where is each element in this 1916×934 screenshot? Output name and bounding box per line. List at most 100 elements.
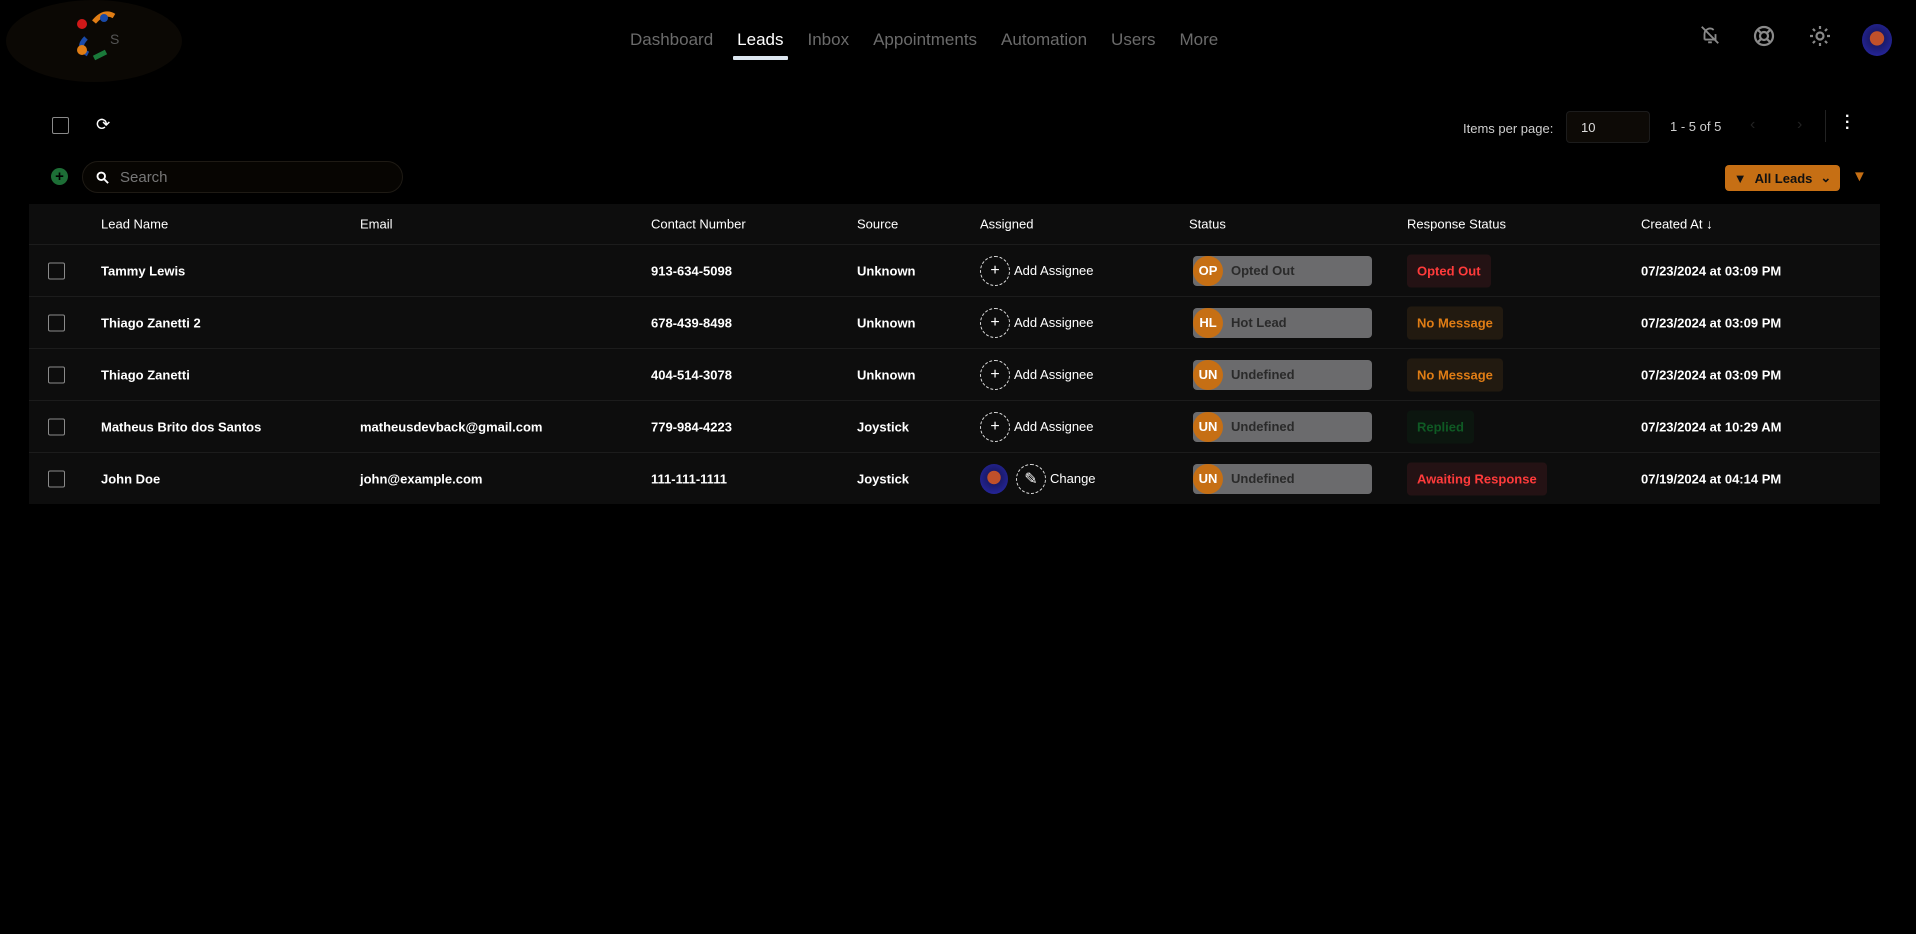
items-per-page-input[interactable]: 10: [1566, 111, 1650, 143]
refresh-icon[interactable]: ⟳: [96, 115, 110, 135]
more-options-icon[interactable]: · · ·: [1845, 109, 1850, 137]
nav-inbox[interactable]: Inbox: [808, 30, 850, 50]
header-contact-number[interactable]: Contact Number: [651, 217, 746, 232]
response-status-badge: Replied: [1407, 410, 1474, 443]
created-at: 07/23/2024 at 10:29 AM: [1641, 419, 1782, 434]
nav-dashboard[interactable]: Dashboard: [630, 30, 713, 50]
assignee-avatar: [980, 463, 1008, 494]
all-leads-label: All Leads: [1754, 170, 1813, 186]
lead-email: john@example.com: [360, 471, 483, 486]
add-assignee-link[interactable]: Add Assignee: [1014, 315, 1094, 330]
chevron-down-icon: ⌄: [1820, 170, 1832, 185]
header-source[interactable]: Source: [857, 217, 898, 232]
status-badge: UN: [1193, 359, 1223, 390]
all-leads-dropdown[interactable]: ▼ All Leads ⌄: [1725, 165, 1840, 191]
main-nav: Dashboard Leads Inbox Appointments Autom…: [630, 30, 1218, 60]
row-checkbox[interactable]: [48, 418, 65, 435]
response-status-badge: Opted Out: [1407, 254, 1491, 287]
header-assigned[interactable]: Assigned: [980, 217, 1033, 232]
response-status-badge: No Message: [1407, 306, 1503, 339]
nav-automation[interactable]: Automation: [1001, 30, 1087, 50]
search-input[interactable]: [120, 168, 380, 186]
edit-pencil-icon[interactable]: ✎: [1016, 463, 1046, 494]
row-checkbox[interactable]: [48, 262, 65, 279]
add-assignee-plus-icon[interactable]: +: [980, 359, 1010, 390]
header-status[interactable]: Status: [1189, 217, 1226, 232]
header-response-status[interactable]: Response Status: [1407, 217, 1506, 232]
assigned-cell: + Add Assignee: [980, 411, 1094, 442]
response-status-badge: Awaiting Response: [1407, 462, 1547, 495]
assigned-cell: + Add Assignee: [980, 255, 1094, 286]
search-icon: [96, 171, 109, 184]
nav-leads[interactable]: Leads: [733, 30, 788, 60]
search-box[interactable]: [82, 161, 403, 193]
status-label: Opted Out: [1231, 263, 1295, 278]
assigned-cell: ✎ Change: [980, 463, 1096, 494]
row-checkbox[interactable]: [48, 366, 65, 383]
lead-name[interactable]: Thiago Zanetti: [101, 367, 190, 382]
add-assignee-link[interactable]: Add Assignee: [1014, 419, 1094, 434]
lead-phone: 678-439-8498: [651, 315, 732, 330]
table-row[interactable]: Matheus Brito dos Santos matheusdevback@…: [29, 400, 1880, 452]
created-at: 07/23/2024 at 03:09 PM: [1641, 263, 1782, 278]
pagination-range: 1 - 5 of 5: [1670, 119, 1722, 134]
settings-gear-icon[interactable]: [1805, 24, 1835, 54]
table-row[interactable]: Thiago Zanetti 2 678-439-8498 Unknown + A…: [29, 296, 1880, 348]
svg-text:S: S: [110, 31, 119, 47]
status-label: Hot Lead: [1231, 315, 1287, 330]
status-select[interactable]: UN Undefined: [1193, 463, 1372, 494]
header-email[interactable]: Email: [360, 217, 393, 232]
created-at: 07/23/2024 at 03:09 PM: [1641, 315, 1782, 330]
filter-icon[interactable]: ▼: [1852, 168, 1867, 185]
status-label: Undefined: [1231, 471, 1295, 486]
user-avatar[interactable]: [1862, 24, 1892, 56]
select-all-checkbox[interactable]: [52, 117, 69, 134]
status-select[interactable]: UN Undefined: [1193, 359, 1372, 390]
header-lead-name[interactable]: Lead Name: [101, 217, 168, 232]
status-select[interactable]: UN Undefined: [1193, 411, 1372, 442]
row-checkbox[interactable]: [48, 470, 65, 487]
status-badge: UN: [1193, 463, 1223, 494]
lead-name[interactable]: Thiago Zanetti 2: [101, 315, 201, 330]
lead-name[interactable]: Tammy Lewis: [101, 263, 185, 278]
lead-source: Unknown: [857, 315, 916, 330]
change-assignee-link[interactable]: Change: [1050, 471, 1096, 486]
funnel-icon: ▼: [1733, 170, 1747, 186]
table-header: Lead Name Email Contact Number Source As…: [29, 204, 1880, 244]
status-select[interactable]: HL Hot Lead: [1193, 307, 1372, 338]
add-assignee-plus-icon[interactable]: +: [980, 411, 1010, 442]
prev-page-button[interactable]: ‹: [1750, 116, 1755, 134]
lead-source: Unknown: [857, 367, 916, 382]
header-created-at[interactable]: Created At ↓: [1641, 217, 1713, 232]
notifications-off-icon[interactable]: [1695, 24, 1725, 54]
add-assignee-plus-icon[interactable]: +: [980, 255, 1010, 286]
status-badge: UN: [1193, 411, 1223, 442]
nav-appointments[interactable]: Appointments: [873, 30, 977, 50]
add-assignee-link[interactable]: Add Assignee: [1014, 263, 1094, 278]
leads-table: Lead Name Email Contact Number Source As…: [29, 204, 1880, 504]
items-per-page-label: Items per page:: [1463, 121, 1554, 136]
status-badge: HL: [1193, 307, 1223, 338]
app-logo[interactable]: S: [6, 0, 182, 82]
nav-more[interactable]: More: [1179, 30, 1218, 50]
created-at: 07/19/2024 at 04:14 PM: [1641, 471, 1782, 486]
table-row[interactable]: Tammy Lewis 913-634-5098 Unknown + Add As…: [29, 244, 1880, 296]
help-icon[interactable]: [1749, 24, 1779, 54]
assigned-cell: + Add Assignee: [980, 359, 1094, 390]
row-checkbox[interactable]: [48, 314, 65, 331]
nav-users[interactable]: Users: [1111, 30, 1155, 50]
add-lead-icon[interactable]: +: [51, 168, 68, 185]
status-badge: OP: [1193, 255, 1223, 286]
status-select[interactable]: OP Opted Out: [1193, 255, 1372, 286]
divider: [1825, 110, 1826, 142]
sort-arrow-down-icon: ↓: [1706, 216, 1713, 232]
add-assignee-link[interactable]: Add Assignee: [1014, 367, 1094, 382]
table-row[interactable]: John Doe john@example.com 111-111-1111 J…: [29, 452, 1880, 504]
next-page-button[interactable]: ›: [1797, 116, 1802, 134]
lead-name[interactable]: John Doe: [101, 471, 160, 486]
lead-phone: 913-634-5098: [651, 263, 732, 278]
lead-source: Joystick: [857, 419, 910, 434]
table-row[interactable]: Thiago Zanetti 404-514-3078 Unknown + Add…: [29, 348, 1880, 400]
add-assignee-plus-icon[interactable]: +: [980, 307, 1010, 338]
lead-name[interactable]: Matheus Brito dos Santos: [101, 419, 261, 434]
